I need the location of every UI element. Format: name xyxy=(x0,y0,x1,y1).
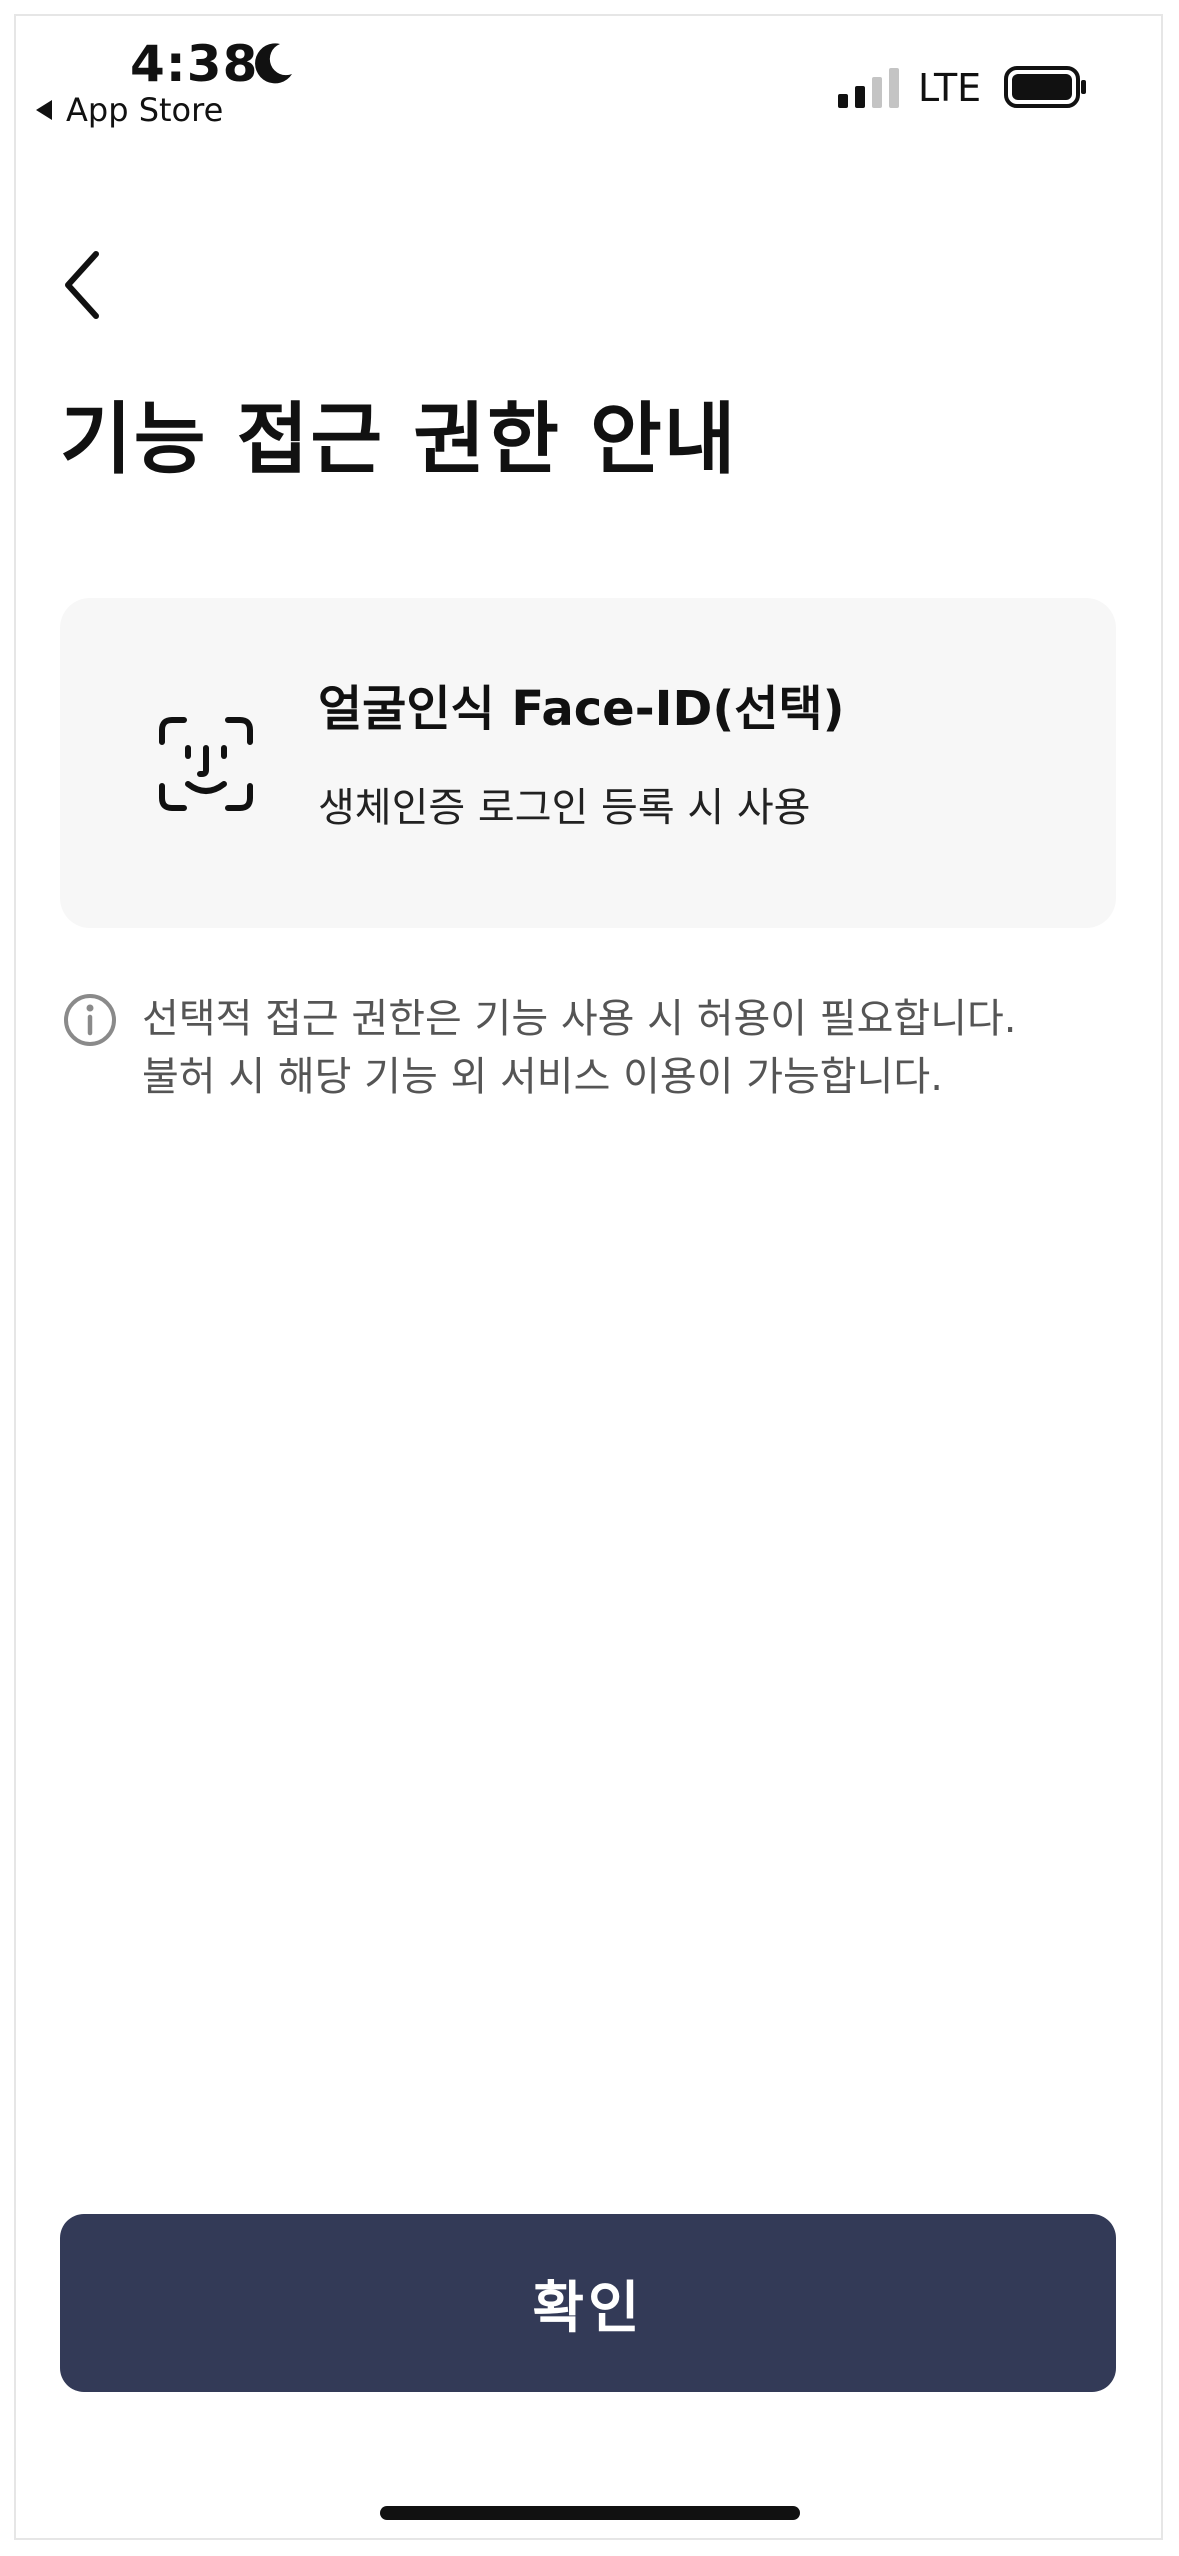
status-time: 4:38 xyxy=(130,35,259,93)
moon-icon xyxy=(255,43,292,84)
info-icon xyxy=(64,994,116,1046)
back-chevron-icon[interactable] xyxy=(50,240,120,330)
cellular-signal-icon xyxy=(838,68,899,108)
back-to-app-label: App Store xyxy=(66,91,224,129)
page-title: 기능 접근 권한 안내 xyxy=(60,395,738,485)
notice-line-2: 불허 시 해당 기능 외 서비스 이용이 가능합니다. xyxy=(142,1054,943,1100)
face-id-icon xyxy=(159,717,253,811)
permission-card: 얼굴인식 Face-ID(선택) 생체인증 로그인 등록 시 사용 xyxy=(60,598,1116,928)
confirm-button[interactable]: 확인 xyxy=(60,2214,1116,2392)
notice-line-1: 선택적 접근 권한은 기능 사용 시 허용이 필요합니다. xyxy=(142,996,1017,1042)
permission-description: 생체인증 로그인 등록 시 사용 xyxy=(318,785,811,831)
battery-icon xyxy=(1004,66,1086,108)
back-triangle-icon xyxy=(36,100,52,120)
permission-title: 얼굴인식 Face-ID(선택) xyxy=(318,681,845,737)
permission-notice: 선택적 접근 권한은 기능 사용 시 허용이 필요합니다. 불허 시 해당 기능… xyxy=(142,990,1132,1106)
home-indicator[interactable] xyxy=(380,2506,800,2520)
back-to-app-store[interactable]: App Store xyxy=(36,90,223,130)
network-type: LTE xyxy=(918,66,982,110)
